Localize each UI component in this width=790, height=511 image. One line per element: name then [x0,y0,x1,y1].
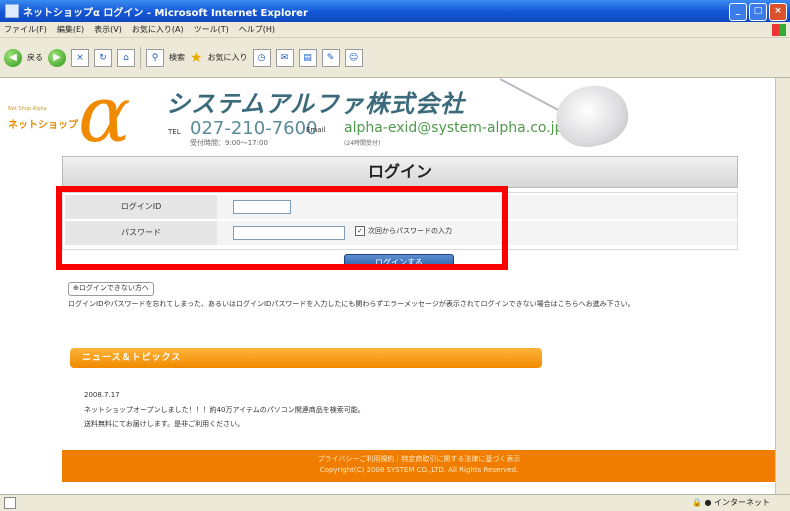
alpha-logo-icon[interactable]: α [78,78,158,154]
site-header: Net Shop Alpha ネットショップ α システムアルファ株式会社 TE… [0,78,776,158]
email-address[interactable]: alpha-exid@system-alpha.co.jp [344,120,563,136]
remember-checkbox[interactable]: ✓ [355,226,365,236]
login-id-row: ログインID [65,195,737,219]
menu-edit[interactable]: 編集(E) [57,24,84,35]
messenger-icon[interactable]: ☺ [344,48,363,67]
maximize-button[interactable]: □ [749,3,767,21]
close-button[interactable]: × [769,3,787,21]
back-icon[interactable]: ◀ [4,48,22,67]
password-row: パスワード ✓ 次回からパスワードの入力 [65,221,737,245]
forward-icon[interactable]: ▶ [48,48,66,67]
forgot-login-label[interactable]: ログインできない方へ [79,284,149,292]
mouse-image [550,79,634,153]
site-footer: プライバシーご利用規約｜特定商取引に関する法律に基づく表示 Copyright(… [62,450,776,482]
password-label: パスワード [65,221,217,245]
page-content: Net Shop Alpha ネットショップ α システムアルファ株式会社 TE… [0,78,776,494]
help-text: ログインIDやパスワードを忘れてしまった、あるいはログインIDパスワードを入力し… [68,300,635,308]
tel-number: 027-210-7600 [190,118,318,139]
footer-links[interactable]: プライバシーご利用規約｜特定商取引に関する法律に基づく表示 [62,454,776,465]
window-title: ネットショップα ログイン - Microsoft Internet Explo… [23,7,308,19]
menu-file[interactable]: ファイル(F) [4,24,47,35]
email-label: Email [306,126,326,134]
remember-checkbox-row[interactable]: ✓ 次回からパスワードの入力 [355,226,452,236]
vertical-scrollbar[interactable] [775,78,790,494]
search-icon[interactable]: ⚲ [146,48,164,67]
login-form: ログインID パスワード ✓ 次回からパスワードの入力 [62,192,738,250]
news-date: 2008.7.17 [84,391,120,399]
stop-icon[interactable]: × [71,48,89,67]
menu-tools[interactable]: ツール(T) [194,24,229,35]
logo-tagline: Net Shop Alpha [8,106,47,112]
lock-icon: 🔒 ● [691,498,712,507]
home-icon[interactable]: ⌂ [117,48,135,67]
password-input[interactable] [233,226,345,240]
logo-text[interactable]: ネットショップ [8,116,78,131]
menu-help[interactable]: ヘルプ(H) [239,24,275,35]
history-icon[interactable]: ◷ [252,48,271,67]
login-submit-button[interactable]: ログインする [344,254,454,270]
zone-label: インターネット [714,498,770,507]
search-label[interactable]: 検索 [169,52,185,63]
mail-icon[interactable]: ✉ [275,48,294,67]
status-bar: 🔒 ● インターネット [0,494,790,511]
login-title: ログイン [62,156,738,188]
favorites-icon[interactable]: ★ [190,50,203,66]
business-hours: 受付時間：9:00〜17:00 [190,139,268,147]
security-zone: 🔒 ● インターネット [692,497,770,508]
login-id-label: ログインID [65,195,217,219]
footer-copyright: Copyright(C) 2008 SYSTEM CO.,LTD. All Ri… [319,466,519,474]
favorites-label[interactable]: お気に入り [208,52,248,63]
login-id-input[interactable] [233,200,291,214]
forgot-login-link[interactable]: ⊕ログインできない方へ [68,282,154,296]
toolbar-separator [140,46,141,69]
menu-bar: ファイル(F) 編集(E) 表示(V) お気に入り(A) ツール(T) ヘルプ(… [0,22,790,38]
tel-label: TEL [168,128,181,136]
email-note: (24時間受付) [344,140,381,147]
news-item-2: 送料無料にてお届けします。是非ご利用ください。 [84,420,245,428]
news-item-1: ネットショップオープンしました！！！約40万アイテムのパソコン関連商品を検索可能… [84,406,365,414]
minimize-button[interactable]: _ [729,3,747,21]
browser-toolbar: ◀ 戻る ▶ × ↻ ⌂ ⚲ 検索 ★ お気に入り ◷ ✉ ▤ ✎ ☺ [0,38,790,78]
edit-icon[interactable]: ✎ [321,48,340,67]
window-title-bar: ネットショップα ログイン - Microsoft Internet Explo… [0,0,790,22]
news-heading: ニュース＆トピックス [70,348,542,368]
back-label[interactable]: 戻る [27,52,43,63]
company-name: システムアルファ株式会社 [166,90,466,118]
refresh-icon[interactable]: ↻ [94,48,112,67]
window-controls: _ □ × [729,3,787,21]
print-icon[interactable]: ▤ [298,48,317,67]
menu-favorites[interactable]: お気に入り(A) [132,24,184,35]
menu-view[interactable]: 表示(V) [94,24,122,35]
remember-label[interactable]: 次回からパスワードの入力 [368,226,452,236]
windows-logo-icon [772,24,786,36]
ie-icon [5,4,19,18]
page-done-icon [4,497,16,509]
